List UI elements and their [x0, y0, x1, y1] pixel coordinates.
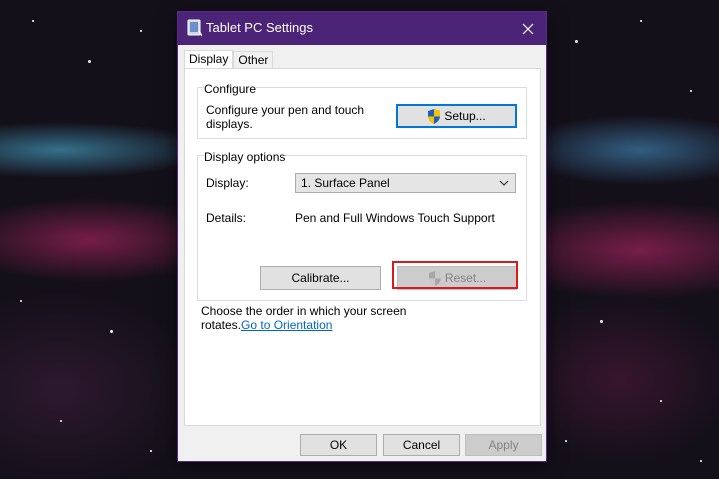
cancel-button-label: Cancel [402, 438, 441, 452]
close-icon [522, 23, 534, 34]
tab-other[interactable]: Other [233, 51, 274, 68]
apply-button[interactable]: Apply [465, 434, 542, 456]
setup-button-label: Setup... [444, 109, 486, 123]
reset-highlight-box [392, 261, 518, 289]
configure-group-label: Configure [204, 82, 257, 96]
title-bar[interactable]: Tablet PC Settings [178, 12, 546, 45]
tab-strip: Display Other [184, 50, 274, 69]
ok-button-label: OK [329, 438, 348, 452]
cancel-button[interactable]: Cancel [383, 434, 460, 456]
display-label: Display: [206, 176, 249, 190]
uac-shield-icon [428, 108, 441, 124]
go-to-orientation-link[interactable]: Go to Orientation [241, 318, 332, 332]
setup-button[interactable]: Setup... [396, 104, 517, 128]
orientation-text: Choose the order in which your screen ro… [201, 304, 461, 332]
close-button[interactable] [510, 12, 546, 45]
chevron-down-icon [499, 180, 509, 186]
display-select-value: 1. Surface Panel [301, 176, 390, 190]
ok-button[interactable]: OK [300, 434, 377, 456]
display-tab-panel: Configure Configure your pen and touch d… [184, 68, 541, 426]
display-options-group-label: Display options [204, 150, 286, 164]
tablet-pc-icon [187, 19, 202, 37]
calibrate-button-label: Calibrate... [291, 271, 350, 285]
configure-description: Configure your pen and touch displays. [206, 103, 365, 131]
details-value: Pen and Full Windows Touch Support [295, 211, 495, 225]
calibrate-button[interactable]: Calibrate... [260, 266, 381, 290]
tablet-pc-settings-dialog: Tablet PC Settings Display Other Configu… [177, 11, 547, 462]
details-label: Details: [206, 211, 247, 225]
configure-group: Configure Configure your pen and touch d… [197, 82, 527, 139]
display-select[interactable]: 1. Surface Panel [295, 173, 516, 193]
window-title: Tablet PC Settings [206, 20, 313, 35]
apply-button-label: Apply [488, 438, 519, 452]
tab-display[interactable]: Display [184, 50, 234, 69]
